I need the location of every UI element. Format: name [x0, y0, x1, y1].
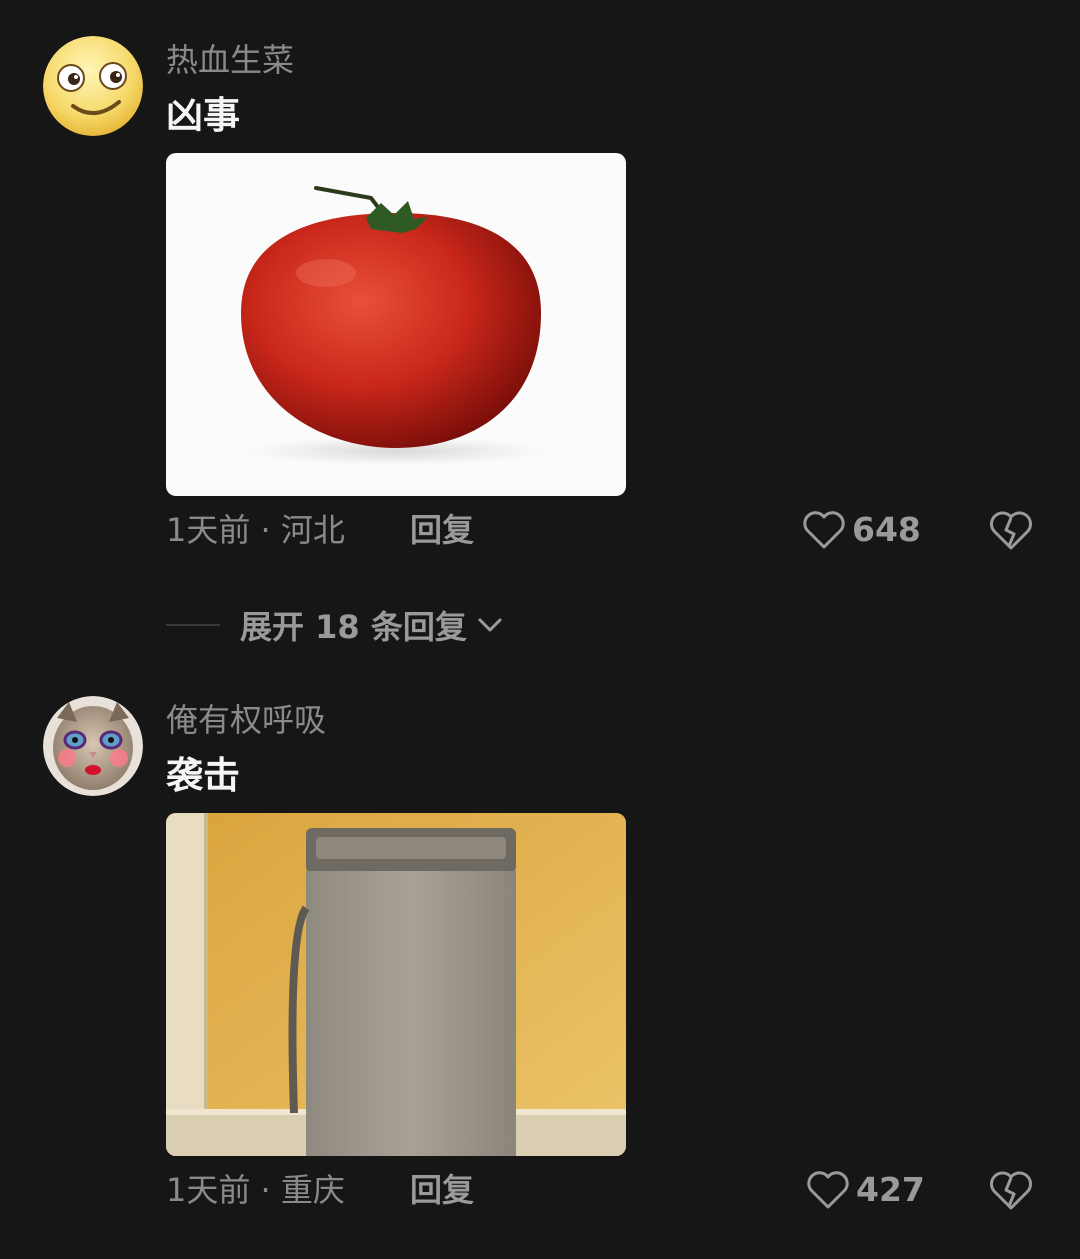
- tomato-image[interactable]: [166, 153, 626, 496]
- washing-machine-image[interactable]: [166, 813, 626, 1156]
- reply-button[interactable]: 回复: [410, 508, 474, 552]
- broken-heart-icon: [990, 511, 1032, 550]
- divider-line: [166, 624, 220, 626]
- broken-heart-icon: [990, 1171, 1032, 1210]
- comment-text: 凶事: [166, 94, 240, 137]
- time-location: 1天前 · 重庆: [166, 1171, 345, 1209]
- washing-machine-illustration: [166, 813, 626, 1156]
- expand-replies-label: 展开 18 条回复: [240, 608, 467, 646]
- like-count: 648: [852, 510, 921, 549]
- heart-icon: [807, 1171, 849, 1209]
- username[interactable]: 俺有权呼吸: [166, 700, 326, 740]
- cat-avatar-icon: [43, 696, 143, 796]
- dislike-button[interactable]: [988, 1168, 1034, 1212]
- username[interactable]: 热血生菜: [166, 40, 294, 80]
- tomato-illustration: [241, 186, 546, 465]
- like-button[interactable]: 427: [806, 1168, 925, 1212]
- comment-text: 袭击: [166, 754, 240, 797]
- reply-button[interactable]: 回复: [410, 1168, 474, 1212]
- heart-icon: [803, 511, 845, 549]
- like-count: 427: [856, 1170, 925, 1209]
- smiley-avatar-icon: [43, 36, 143, 136]
- time-location: 1天前 · 河北: [166, 511, 345, 549]
- like-button[interactable]: 648: [802, 508, 921, 552]
- chevron-down-icon: [478, 618, 502, 632]
- expand-replies-button[interactable]: 展开 18 条回复: [166, 600, 505, 650]
- dislike-button[interactable]: [988, 508, 1034, 552]
- avatar[interactable]: [43, 696, 143, 796]
- avatar[interactable]: [43, 36, 143, 136]
